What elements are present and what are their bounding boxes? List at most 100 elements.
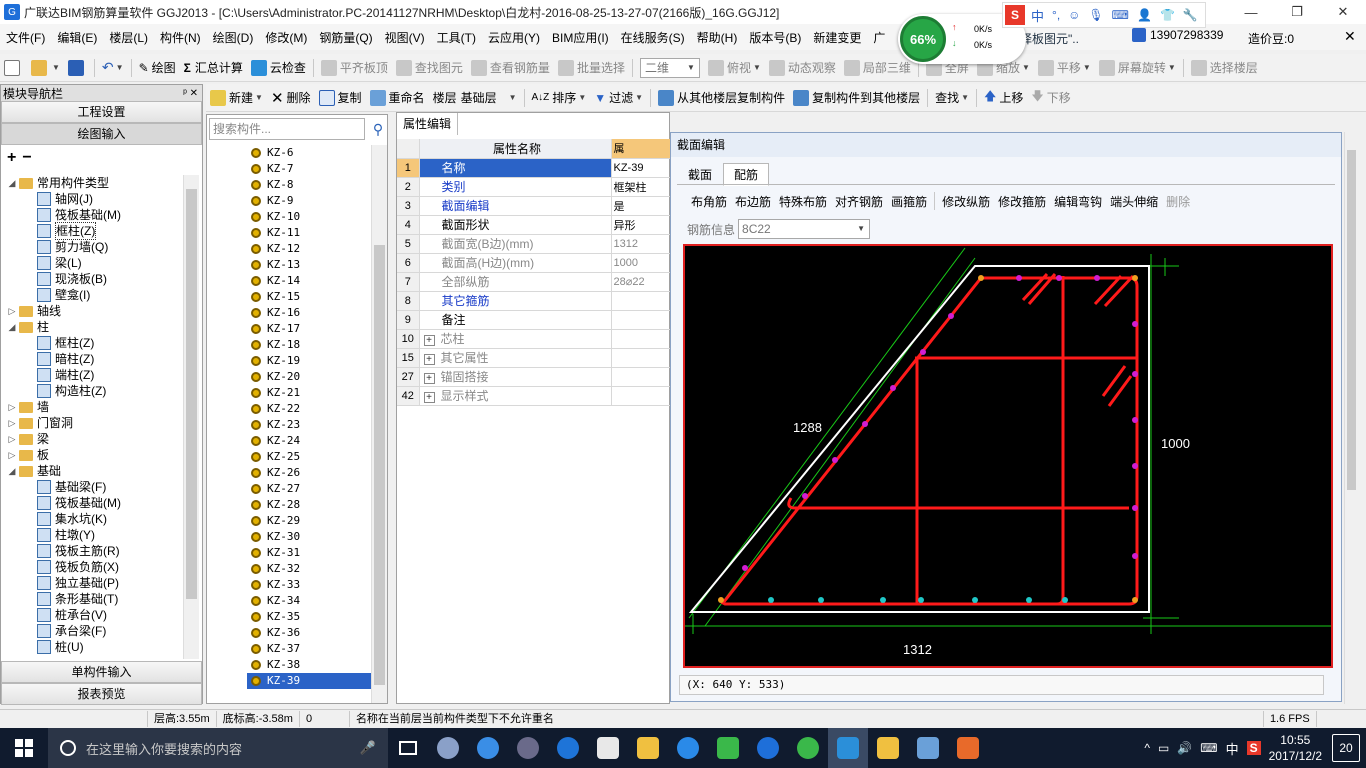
menu-item-5[interactable]: 修改(M) <box>259 29 313 46</box>
collapse-all-icon[interactable]: − <box>22 149 31 167</box>
dynamic-view-button[interactable]: 动态观察 <box>765 56 840 80</box>
table-row[interactable]: 7 全部纵筋 28⌀22 <box>397 272 671 292</box>
tree-node[interactable]: 暗柱(Z) <box>3 351 183 367</box>
security-icon[interactable] <box>708 728 748 768</box>
expand-icon[interactable]: ▷ <box>7 399 17 415</box>
table-row[interactable]: 5 截面宽(B边)(mm) 1312 <box>397 234 671 254</box>
user-icon-ime[interactable]: 👤 <box>1137 8 1152 22</box>
move-down-button[interactable]: 🡇 下移 <box>1027 86 1074 110</box>
list-item[interactable]: KZ-23 <box>247 417 372 433</box>
expand-icon[interactable]: + <box>423 354 435 365</box>
find-element-button[interactable]: 查找图元 <box>392 56 467 80</box>
select-floor-button[interactable]: 选择楼层 <box>1187 56 1262 80</box>
collapse-icon[interactable]: ◢ <box>7 463 17 479</box>
undo-button[interactable]: ↶ ▼ <box>98 56 128 80</box>
tree-node[interactable]: 桩承台(V) <box>3 607 183 623</box>
property-value-cell[interactable]: KZ-39 <box>611 158 671 178</box>
list-item[interactable]: KZ-34 <box>247 593 372 609</box>
table-row[interactable]: 2 类别 框架柱 <box>397 177 671 197</box>
minimize-button[interactable]: — <box>1228 0 1274 24</box>
flat-top-button[interactable]: 平齐板顶 <box>317 56 392 80</box>
task-view-icon[interactable] <box>388 728 428 768</box>
list-item[interactable]: KZ-22 <box>247 401 372 417</box>
tree-node[interactable]: ▷ 墙 <box>3 399 183 415</box>
list-item[interactable]: KZ-38 <box>247 657 372 673</box>
sort-button[interactable]: A↓Z 排序 ▼ <box>528 86 591 110</box>
list-item[interactable]: KZ-30 <box>247 529 372 545</box>
menu-item-11[interactable]: 在线服务(S) <box>615 29 691 46</box>
menu-item-10[interactable]: BIM应用(I) <box>546 29 615 46</box>
keyboard-icon[interactable]: ⌨ <box>1112 8 1129 22</box>
tray-ime[interactable]: 中 <box>1226 739 1239 758</box>
tray-up-icon[interactable]: ^ <box>1144 741 1150 755</box>
list-item[interactable]: KZ-21 <box>247 385 372 401</box>
tree-node[interactable]: 现浇板(B) <box>3 271 183 287</box>
table-row[interactable]: 15 + 其它属性 <box>397 348 671 368</box>
table-row[interactable]: 6 截面高(H边)(mm) 1000 <box>397 253 671 273</box>
menu-item-2[interactable]: 楼层(L) <box>103 29 154 46</box>
list-item[interactable]: KZ-8 <box>247 177 372 193</box>
batch-select-button[interactable]: 批量选择 <box>554 56 629 80</box>
tree-node[interactable]: ▷ 板 <box>3 447 183 463</box>
expand-icon[interactable]: ▷ <box>7 303 17 319</box>
table-row[interactable]: 27 + 锚固搭接 <box>397 367 671 387</box>
ie-browser-icon[interactable] <box>468 728 508 768</box>
tab-0[interactable]: 截面 <box>677 163 723 186</box>
tree-node[interactable]: 端柱(Z) <box>3 367 183 383</box>
menu-item-14[interactable]: 新建变更 <box>807 29 867 46</box>
floor-select[interactable]: 楼层 基础层 ▼ <box>429 86 521 110</box>
keyboard-tray-icon[interactable]: ⌨ <box>1200 741 1217 755</box>
taskbar-app-3-icon[interactable] <box>508 728 548 768</box>
list-item[interactable]: KZ-35 <box>247 609 372 625</box>
tree-node[interactable]: ◢ 基础 <box>3 463 183 479</box>
taskbar-search[interactable]: 在这里输入你要搜索的内容 🎤 <box>48 728 388 768</box>
rotate-button[interactable]: 屏幕旋转 ▼ <box>1095 56 1180 80</box>
list-item[interactable]: KZ-13 <box>247 257 372 273</box>
table-row[interactable]: 9 备注 <box>397 310 671 330</box>
list-item[interactable]: KZ-17 <box>247 321 372 337</box>
briefcase-icon[interactable] <box>908 728 948 768</box>
list-item[interactable]: KZ-18 <box>247 337 372 353</box>
browser-360-icon[interactable] <box>788 728 828 768</box>
property-value-cell[interactable] <box>611 291 671 311</box>
local-3d-button[interactable]: 局部三维 <box>840 56 915 80</box>
menu-item-8[interactable]: 工具(T) <box>431 29 482 46</box>
menu-item-13[interactable]: 版本号(B) <box>743 29 807 46</box>
table-row[interactable]: 3 截面编辑 是 <box>397 196 671 216</box>
table-row[interactable]: 8 其它箍筋 <box>397 291 671 311</box>
taskbar-app-1-icon[interactable] <box>428 728 468 768</box>
edge-browser-icon[interactable] <box>548 728 588 768</box>
expand-icon[interactable]: ▷ <box>7 447 17 463</box>
tree-node[interactable]: 筏板基础(M) <box>3 207 183 223</box>
rebar-tool-button[interactable]: 修改纵筋 <box>938 193 994 210</box>
emoji-icon[interactable]: ☺ <box>1068 8 1080 22</box>
view-rebar-button[interactable]: 查看钢筋量 <box>467 56 554 80</box>
menu-item-0[interactable]: 文件(F) <box>0 29 51 46</box>
table-row[interactable]: 4 截面形状 异形 <box>397 215 671 235</box>
table-row[interactable]: 1 名称 KZ-39 <box>397 158 671 178</box>
start-button[interactable] <box>0 728 48 768</box>
property-value-cell[interactable]: 框架柱 <box>611 177 671 197</box>
rebar-tool-button[interactable]: 对齐钢筋 <box>831 193 887 210</box>
search-icon[interactable]: ⚲ <box>367 118 389 140</box>
sogou-tray-icon[interactable]: S <box>1246 741 1261 755</box>
menu-item-12[interactable]: 帮助(H) <box>691 29 744 46</box>
menu-item-9[interactable]: 云应用(Y) <box>482 29 546 46</box>
tree-node[interactable]: 柱墩(Y) <box>3 527 183 543</box>
property-value-cell[interactable]: 是 <box>611 196 671 216</box>
property-value-cell[interactable] <box>611 386 671 406</box>
filter-button[interactable]: ▼ 过滤 ▼ <box>590 86 647 110</box>
expand-icon[interactable]: ▷ <box>7 415 17 431</box>
tree-node[interactable]: 轴网(J) <box>3 191 183 207</box>
volume-icon[interactable]: 🔊 <box>1177 741 1192 755</box>
network-icon[interactable]: ▭ <box>1158 741 1169 755</box>
property-value-cell[interactable] <box>611 367 671 387</box>
tree-node[interactable]: ◢ 常用构件类型 <box>3 175 183 191</box>
pin-close-icon[interactable]: ᵖ ✕ <box>183 88 202 99</box>
pan-button[interactable]: 平移 ▼ <box>1034 56 1095 80</box>
delete-button[interactable]: ✕ 删除 <box>267 86 315 110</box>
menu-item-15[interactable]: 广 <box>867 29 891 46</box>
property-value-cell[interactable]: 异形 <box>611 215 671 235</box>
close-button[interactable]: ✕ <box>1320 0 1366 24</box>
save-button[interactable] <box>64 56 91 80</box>
